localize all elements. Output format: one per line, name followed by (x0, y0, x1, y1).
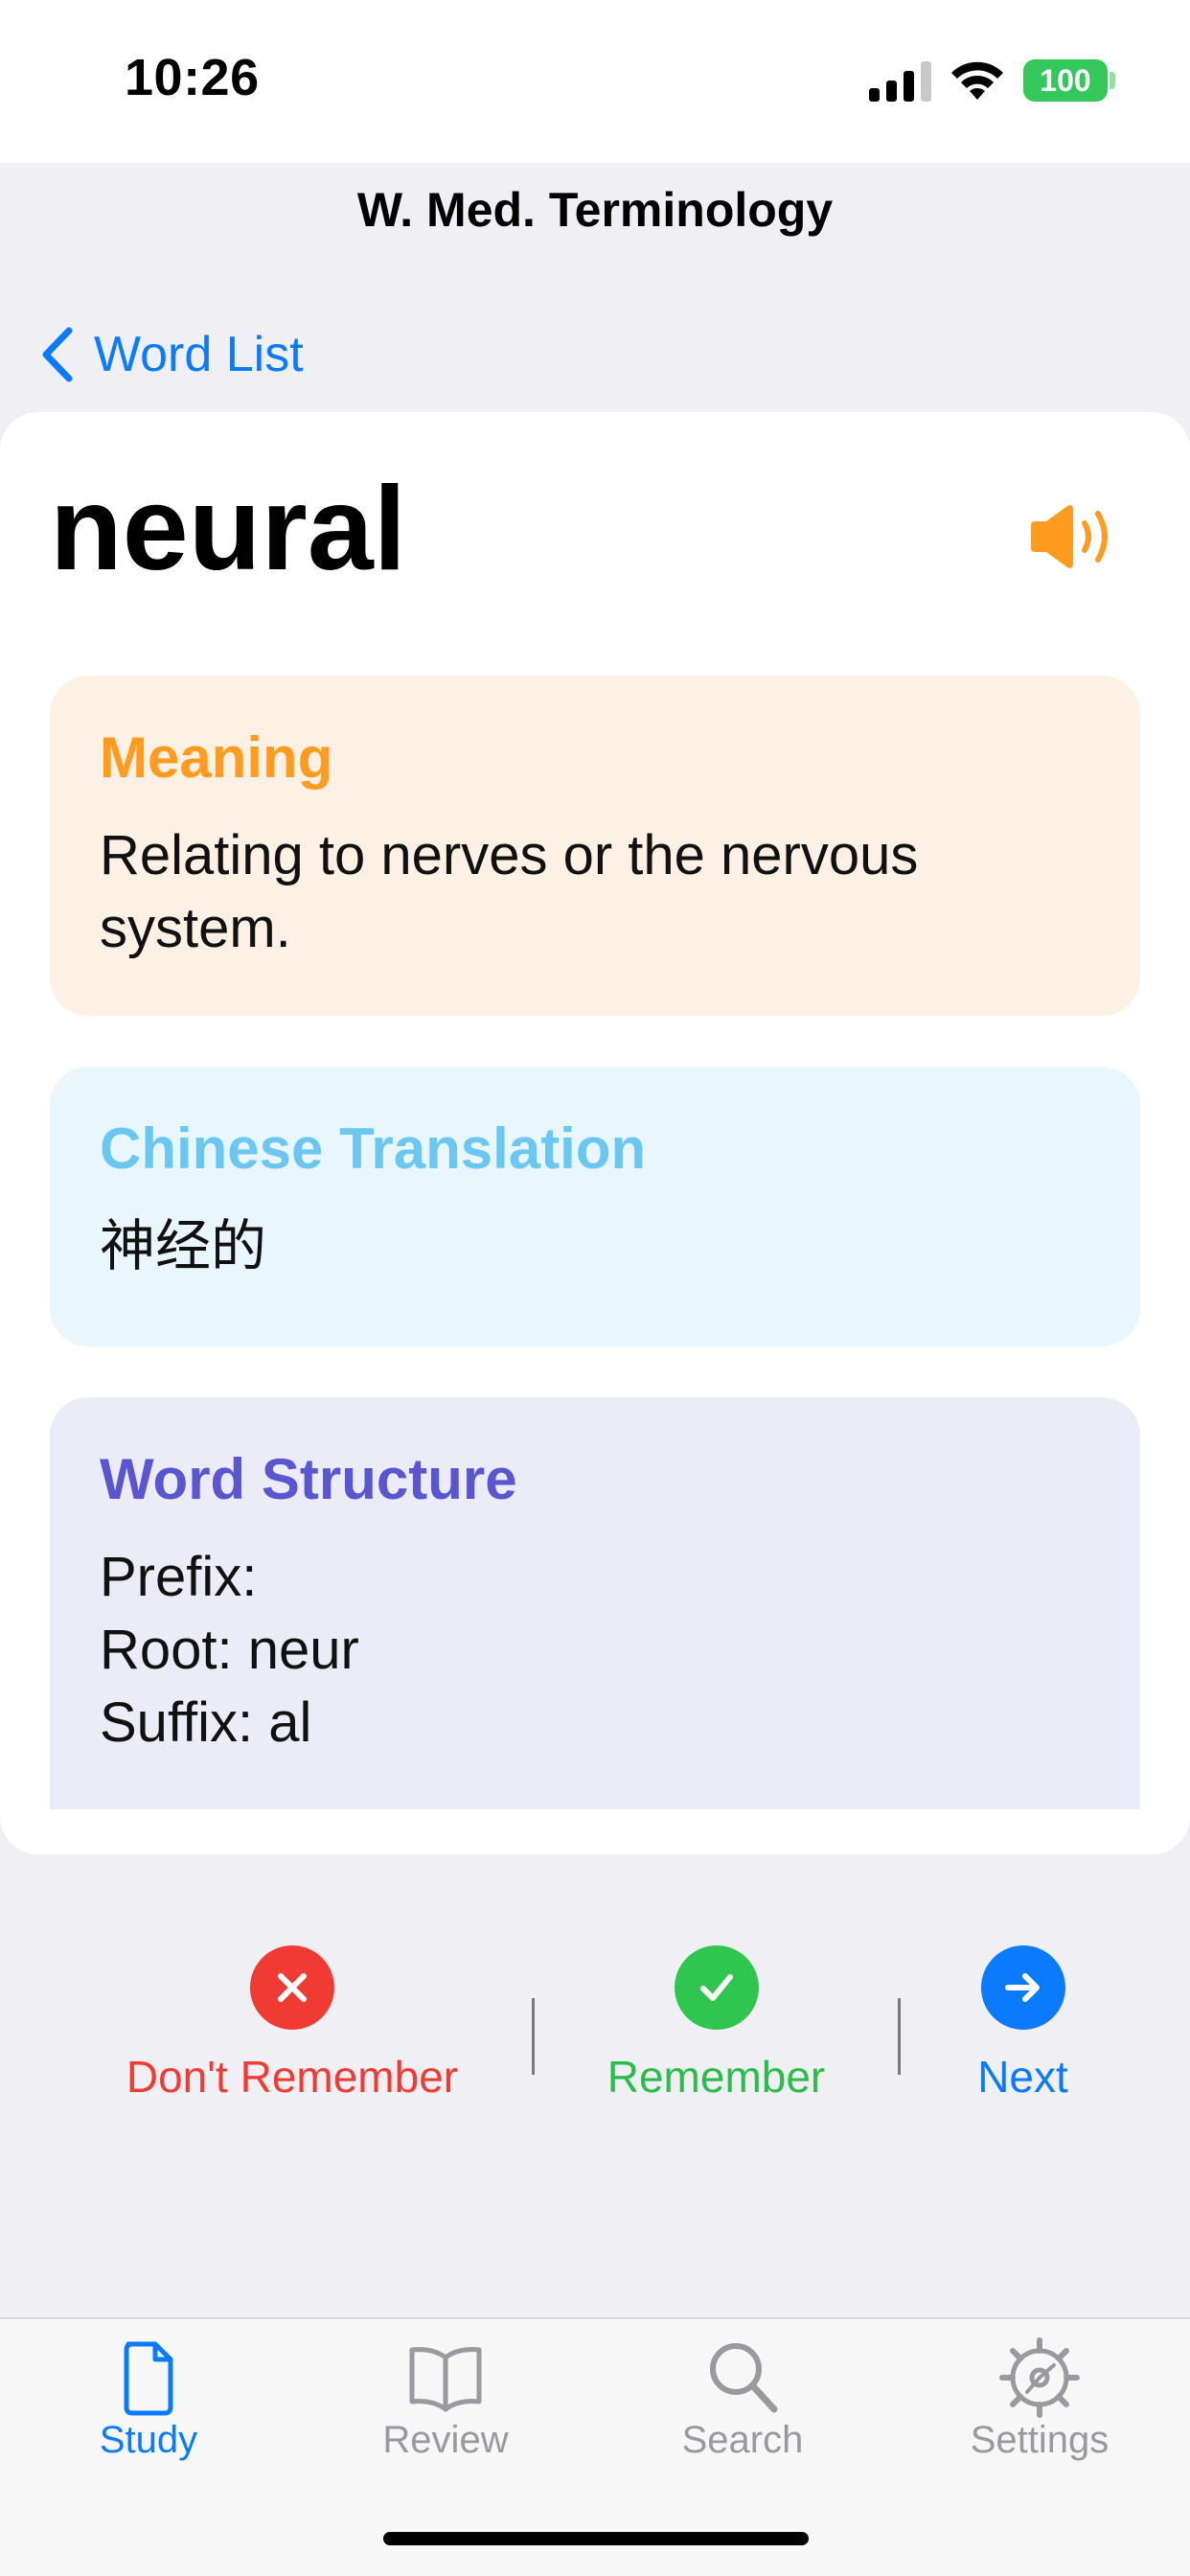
status-bar: 10:26 100 W. Med. Terminology (0, 0, 1190, 237)
action-divider (532, 1998, 535, 2075)
status-time: 10:26 (125, 49, 260, 106)
screen: 10:26 100 W. Med. Terminology Word List … (0, 0, 1190, 2576)
action-divider (898, 1998, 901, 2075)
back-row: Word List (0, 278, 1190, 412)
home-indicator (383, 2532, 809, 2545)
arrow-right-circle-icon (980, 1945, 1065, 2030)
gear-icon (999, 2337, 1080, 2418)
dont-remember-label: Don't Remember (126, 2052, 459, 2102)
meaning-section: Meaning Relating to nerves or the nervou… (50, 676, 1140, 1016)
remember-label: Remember (606, 2052, 826, 2102)
meaning-heading: Meaning (100, 725, 333, 790)
battery-indicator: 100 (1023, 59, 1108, 102)
next-label: Next (977, 2052, 1068, 2102)
tab-review[interactable]: Review (350, 2336, 541, 2462)
word-term: neural (50, 463, 407, 595)
magnifier-icon (710, 2343, 778, 2413)
cellular-signal-icon (869, 61, 931, 102)
chinese-translation-heading: Chinese Translation (100, 1116, 647, 1181)
dont-remember-button[interactable]: Don't Remember (115, 1945, 469, 2103)
word-card: neural Meaning Relating to nerves or the… (0, 412, 1190, 1854)
tab-study[interactable]: Study (53, 2336, 244, 2462)
chevron-left-icon (42, 327, 73, 382)
back-label: Word List (94, 327, 304, 382)
chinese-translation-section: Chinese Translation 神经的 (50, 1067, 1140, 1346)
chinese-translation-text: 神经的 (100, 1215, 267, 1277)
back-button[interactable]: Word List (38, 316, 304, 393)
book-icon (409, 2347, 482, 2412)
word-structure-heading: Word Structure (100, 1447, 517, 1511)
battery-tip (1110, 72, 1115, 89)
next-button[interactable]: Next (963, 1945, 1083, 2103)
structure-root: Root: neur (100, 1619, 359, 1681)
nav-title: W. Med. Terminology (356, 183, 834, 237)
tab-settings-label: Settings (970, 2419, 1110, 2461)
tab-search[interactable]: Search (647, 2336, 838, 2462)
x-circle-icon (250, 1945, 334, 2030)
tab-search-label: Search (681, 2419, 804, 2461)
document-icon (124, 2341, 173, 2416)
tab-settings[interactable]: Settings (944, 2336, 1135, 2462)
tab-review-label: Review (382, 2419, 509, 2461)
meaning-text: Relating to nerves or the nervous system… (100, 824, 919, 959)
checkmark-circle-icon (674, 1945, 759, 2030)
study-actions: Don't Remember Remember Next (0, 1945, 1190, 2137)
speaker-icon[interactable] (1025, 498, 1121, 575)
wifi-icon (951, 61, 1003, 100)
structure-prefix: Prefix: (100, 1546, 258, 1608)
remember-button[interactable]: Remember (584, 1945, 848, 2103)
tab-study-label: Study (99, 2419, 198, 2461)
structure-suffix: Suffix: al (100, 1691, 312, 1754)
word-structure-section: Word Structure Prefix: Root: neur Suffix… (50, 1397, 1140, 1809)
